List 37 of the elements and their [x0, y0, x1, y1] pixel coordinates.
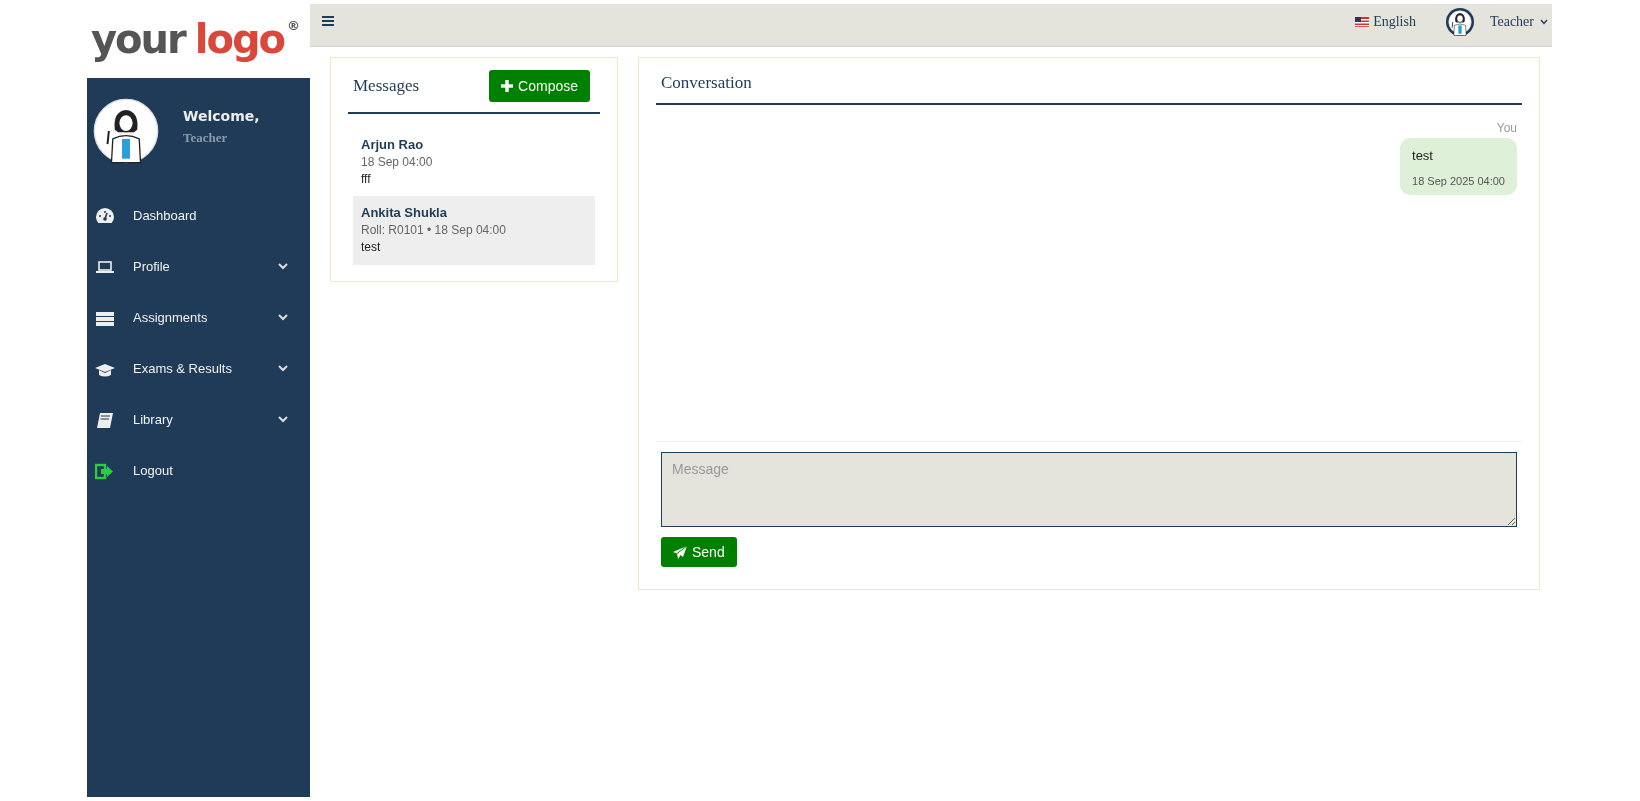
language-selector[interactable]: English: [1355, 14, 1416, 30]
sender-label: You: [1496, 121, 1517, 135]
panel-title: Messages: [353, 76, 420, 96]
sender-name: Arjun Rao: [361, 137, 425, 152]
plus-icon: [501, 80, 514, 92]
paper-plane-icon: [673, 545, 687, 559]
book-icon: [95, 410, 115, 429]
thread-meta: Roll: R0101 • 18 Sep 04:00: [361, 223, 507, 237]
nav-item[interactable]: Assignments: [87, 292, 310, 343]
message-field[interactable]: Message: [661, 452, 1517, 527]
nav-item[interactable]: Library: [87, 394, 310, 445]
menu-button[interactable]: [322, 16, 334, 26]
avatar: [93, 98, 159, 164]
panel-title: Conversation: [661, 73, 753, 93]
flag-icon: [1355, 17, 1370, 27]
sender-name: Ankita Shukla: [361, 205, 448, 220]
welcome-text: Welcome,: [183, 108, 260, 124]
nav-item[interactable]: Exams & Results: [87, 343, 310, 394]
thread-meta: 18 Sep 04:00: [361, 155, 434, 169]
message-time: 18 Sep 2025 04:00: [1412, 175, 1505, 187]
nav-item[interactable]: Profile: [87, 241, 310, 292]
compose-button[interactable]: Compose: [489, 70, 590, 102]
message-preview: test: [361, 240, 382, 254]
message-preview: fff: [361, 172, 372, 186]
nav-item[interactable]: Logout: [87, 445, 310, 496]
caret-down-icon: [1540, 19, 1548, 25]
gauge-icon: [95, 206, 115, 225]
message-text: test: [1412, 148, 1434, 163]
role-text: Teacher: [183, 130, 229, 146]
thread-item[interactable]: Ankita Shukla Roll: R0101 • 18 Sep 04:00 test: [353, 197, 595, 265]
nav-item[interactable]: Dashboard: [87, 190, 310, 241]
send-button[interactable]: Send: [661, 537, 737, 567]
user-menu[interactable]: Teacher: [1445, 8, 1548, 36]
logo: your logo$^{®}$: [89, 15, 302, 64]
menu-icon: [322, 16, 334, 26]
sign-out-icon: [95, 461, 115, 480]
avatar: [1445, 8, 1474, 36]
